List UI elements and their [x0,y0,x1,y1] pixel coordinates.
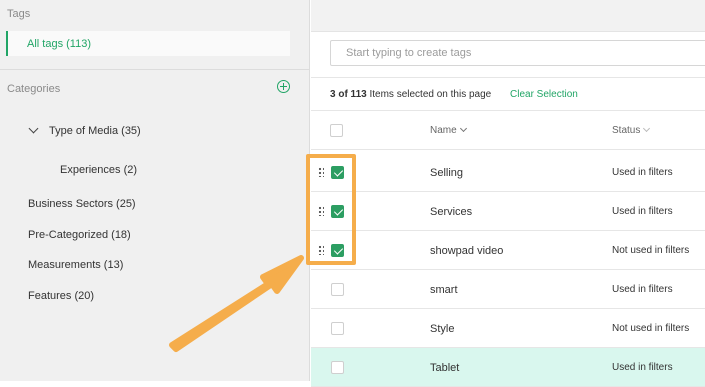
table-row[interactable]: Style Not used in filters [311,309,705,348]
plus-circle-icon[interactable] [277,80,290,93]
tag-name: Style [430,323,455,335]
table-row[interactable]: Selling Used in filters [311,153,705,192]
category-measurements[interactable]: Measurements (13) [28,259,123,271]
clear-selection-link[interactable]: Clear Selection [510,89,578,100]
create-tag-input[interactable] [330,40,705,66]
tag-name: Selling [430,167,464,179]
categories-heading: Categories [7,83,61,95]
table-row[interactable]: Tablet Used in filters [311,348,705,387]
table-row[interactable]: Services Used in filters [311,192,705,231]
tags-heading: Tags [7,8,31,20]
name-column-header[interactable]: Name [430,124,467,136]
tag-name: smart [430,284,458,296]
tag-name: Tablet [430,362,460,374]
tag-status: Used in filters [612,167,673,178]
category-features[interactable]: Features (20) [28,290,94,302]
tag-status: Used in filters [612,362,673,373]
row-checkbox[interactable] [331,361,344,374]
table-row[interactable]: smart Used in filters [311,270,705,309]
chevron-down-icon[interactable] [28,123,39,134]
selection-suffix: Items selected on this page [366,89,492,100]
row-checkbox[interactable] [331,283,344,296]
category-pre-categorized[interactable]: Pre-Categorized (18) [28,229,131,241]
all-tags-item[interactable]: All tags (113) [6,31,290,56]
sidebar-divider [0,69,310,70]
selection-count: 3 of 113 [330,89,367,100]
status-column-header[interactable]: Status [612,124,651,136]
select-all-checkbox[interactable] [330,124,343,137]
main-divider [311,77,705,78]
category-type-of-media[interactable]: Type of Media (35) [49,125,141,137]
row-checkbox[interactable] [331,322,344,335]
category-business-sectors[interactable]: Business Sectors (25) [28,198,136,210]
tag-name: showpad video [430,245,504,257]
status-column-label: Status [612,125,641,136]
category-experiences[interactable]: Experiences (2) [60,164,137,176]
sidebar: Tags All tags (113) Categories Type of M… [0,0,310,381]
tag-status: Not used in filters [612,323,690,334]
tag-status: Used in filters [612,284,673,295]
tag-status: Used in filters [612,206,673,217]
top-bar [311,0,705,32]
chevron-down-icon [459,124,467,133]
chevron-down-icon [643,124,651,133]
annotation-highlight-box [306,154,356,265]
name-column-label: Name [430,125,457,136]
selection-info: 3 of 113 Items selected on this page [330,89,491,100]
tag-name: Services [430,206,473,218]
tag-status: Not used in filters [612,245,690,256]
table-row[interactable]: showpad video Not used in filters [311,231,705,270]
